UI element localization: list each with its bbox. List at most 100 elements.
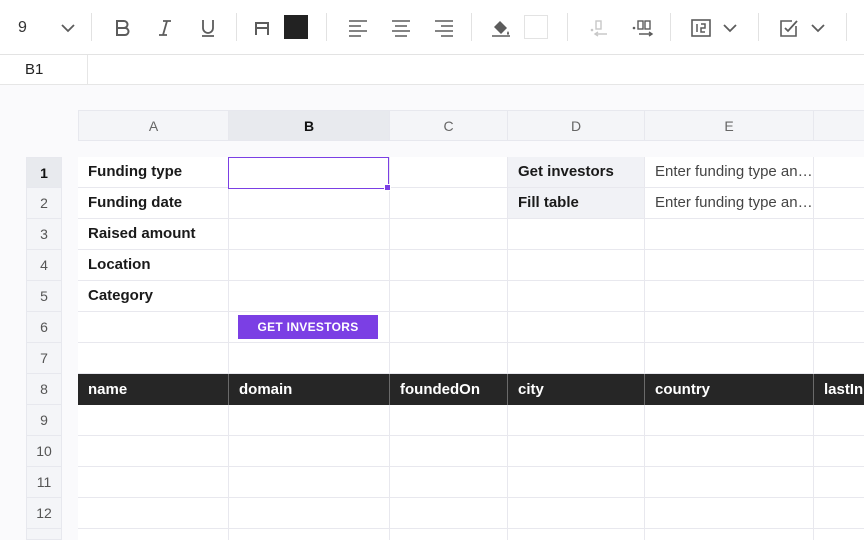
table-header-name[interactable]: name [78, 374, 229, 405]
italic-icon[interactable] [153, 0, 177, 55]
cell-b11[interactable] [229, 467, 390, 498]
number-format-chevron-down-icon[interactable] [719, 0, 741, 55]
cell-a12[interactable] [78, 498, 229, 529]
get-investors-button[interactable]: GET INVESTORS [238, 315, 378, 339]
cell-a7[interactable] [78, 343, 229, 374]
cell-c5[interactable] [390, 281, 508, 312]
row-header-5[interactable]: 5 [26, 281, 62, 312]
cell-d7[interactable] [508, 343, 645, 374]
table-header-country[interactable]: country [645, 374, 814, 405]
row-header-8[interactable]: 8 [26, 374, 62, 405]
cell-e2[interactable]: Enter funding type and date, raised amou… [645, 188, 814, 219]
column-header-d[interactable]: D [508, 110, 645, 141]
cell-e12[interactable] [645, 498, 814, 529]
cell-e5[interactable] [645, 281, 814, 312]
cell-a1[interactable]: Funding type [78, 157, 229, 188]
font-size-chevron-down-icon[interactable] [56, 0, 80, 55]
cell-b3[interactable] [229, 219, 390, 250]
row-header-2[interactable]: 2 [26, 188, 62, 219]
column-header-b[interactable]: B [229, 110, 390, 141]
cell-reference[interactable]: B1 [0, 55, 88, 85]
cell-e13[interactable] [645, 529, 814, 540]
cell-a6[interactable] [78, 312, 229, 343]
cell-f3[interactable] [814, 219, 864, 250]
cell-b10[interactable] [229, 436, 390, 467]
cell-b9[interactable] [229, 405, 390, 436]
row-header-10[interactable]: 10 [26, 436, 62, 467]
column-header-f[interactable] [814, 110, 864, 141]
cell-d10[interactable] [508, 436, 645, 467]
cell-e9[interactable] [645, 405, 814, 436]
cell-e11[interactable] [645, 467, 814, 498]
row-header-7[interactable]: 7 [26, 343, 62, 374]
cell-b2[interactable] [229, 188, 390, 219]
column-header-e[interactable]: E [645, 110, 814, 141]
row-header-9[interactable]: 9 [26, 405, 62, 436]
number-format-icon[interactable] [688, 0, 714, 55]
column-header-c[interactable]: C [390, 110, 508, 141]
table-header-foundedon[interactable]: foundedOn [390, 374, 508, 405]
cell-f12[interactable] [814, 498, 864, 529]
font-size-value[interactable]: 9 [18, 0, 44, 55]
cell-d4[interactable] [508, 250, 645, 281]
checkbox-icon[interactable] [776, 0, 802, 55]
cell-e10[interactable] [645, 436, 814, 467]
increase-decimal-icon[interactable] [630, 0, 656, 55]
sheet-grid[interactable]: Funding type Get investors Enter funding… [78, 157, 864, 540]
align-left-icon[interactable] [346, 0, 370, 55]
cell-d3[interactable] [508, 219, 645, 250]
formula-input[interactable] [88, 55, 864, 85]
row-header-1[interactable]: 1 [26, 157, 62, 188]
cell-c7[interactable] [390, 343, 508, 374]
cell-a11[interactable] [78, 467, 229, 498]
bold-icon[interactable] [110, 0, 134, 55]
cell-c11[interactable] [390, 467, 508, 498]
cell-d12[interactable] [508, 498, 645, 529]
cell-b7[interactable] [229, 343, 390, 374]
cell-b4[interactable] [229, 250, 390, 281]
cell-a10[interactable] [78, 436, 229, 467]
cell-a9[interactable] [78, 405, 229, 436]
cell-e7[interactable] [645, 343, 814, 374]
cell-c1[interactable] [390, 157, 508, 188]
cell-c6[interactable] [390, 312, 508, 343]
cell-a13[interactable] [78, 529, 229, 540]
fill-handle[interactable] [384, 184, 391, 191]
cell-f5[interactable] [814, 281, 864, 312]
row-header-11[interactable]: 11 [26, 467, 62, 498]
cell-f2[interactable] [814, 188, 864, 219]
cell-b12[interactable] [229, 498, 390, 529]
cell-a3[interactable]: Raised amount [78, 219, 229, 250]
decrease-decimal-icon[interactable] [586, 0, 610, 55]
cell-d13[interactable] [508, 529, 645, 540]
cell-c13[interactable] [390, 529, 508, 540]
cell-e3[interactable] [645, 219, 814, 250]
cell-a5[interactable]: Category [78, 281, 229, 312]
column-header-a[interactable]: A [78, 110, 229, 141]
cell-e1[interactable]: Enter funding type and date, raised amou… [645, 157, 814, 188]
cell-d9[interactable] [508, 405, 645, 436]
cell-a2[interactable]: Funding date [78, 188, 229, 219]
row-header-3[interactable]: 3 [26, 219, 62, 250]
align-right-icon[interactable] [432, 0, 456, 55]
row-header-12[interactable]: 12 [26, 498, 62, 529]
cell-f6[interactable] [814, 312, 864, 343]
cell-f10[interactable] [814, 436, 864, 467]
cell-f13[interactable] [814, 529, 864, 540]
cell-c4[interactable] [390, 250, 508, 281]
cell-f7[interactable] [814, 343, 864, 374]
cell-d5[interactable] [508, 281, 645, 312]
cell-c2[interactable] [390, 188, 508, 219]
table-header-lastin[interactable]: lastIn [814, 374, 864, 405]
cell-d1[interactable]: Get investors [508, 157, 645, 188]
cell-e4[interactable] [645, 250, 814, 281]
text-color-icon[interactable] [250, 0, 274, 55]
fill-color-swatch[interactable] [524, 15, 548, 39]
row-header-6[interactable]: 6 [26, 312, 62, 343]
cell-selection-b1[interactable] [228, 157, 389, 189]
cell-f4[interactable] [814, 250, 864, 281]
cell-f11[interactable] [814, 467, 864, 498]
row-header-4[interactable]: 4 [26, 250, 62, 281]
cell-b5[interactable] [229, 281, 390, 312]
cell-c3[interactable] [390, 219, 508, 250]
